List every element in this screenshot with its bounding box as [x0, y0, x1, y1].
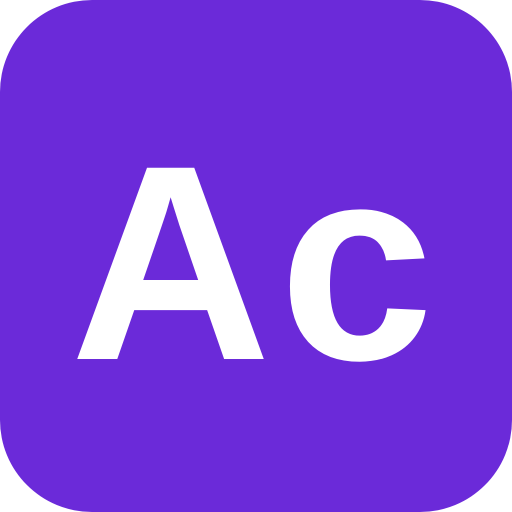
app-icon-label: Ac: [70, 107, 442, 418]
app-icon[interactable]: Ac: [0, 0, 512, 512]
